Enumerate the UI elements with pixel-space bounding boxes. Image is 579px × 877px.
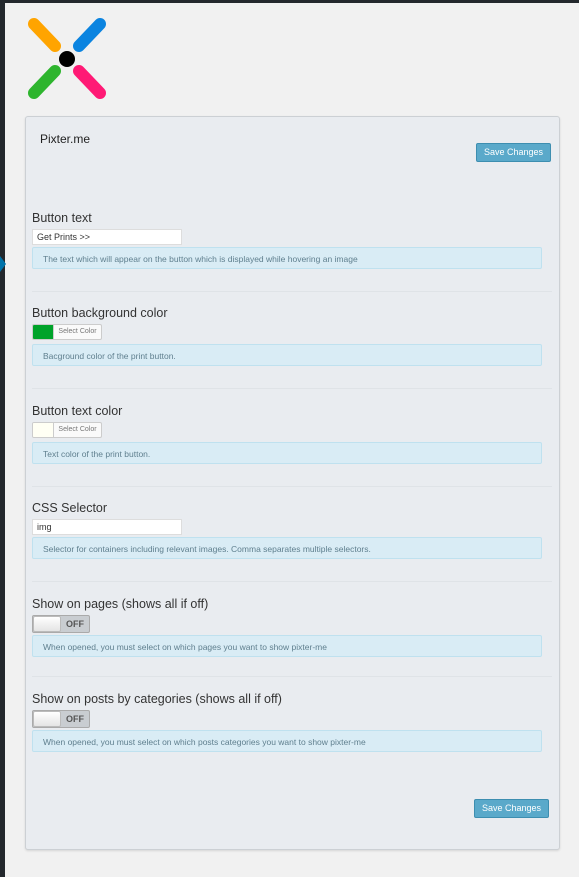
css-selector-input[interactable]: img — [32, 519, 182, 535]
pixter-logo — [28, 18, 106, 99]
settings-panel: Pixter.me Save Changes Button text Get P… — [25, 116, 560, 850]
divider — [32, 291, 552, 292]
button-bg-color-picker[interactable]: Select Color — [32, 324, 102, 340]
active-menu-indicator — [0, 256, 6, 272]
button-text-color-label: Button text color — [32, 404, 123, 418]
admin-top-bar — [0, 0, 579, 3]
toggle-knob — [33, 711, 61, 727]
section-button-text: Button text Get Prints >> The text which… — [32, 210, 552, 269]
css-selector-label: CSS Selector — [32, 501, 108, 515]
admin-sidebar-edge — [0, 0, 5, 877]
button-bg-color-label: Button background color — [32, 306, 168, 320]
button-bg-color-help: Bacground color of the print button. — [32, 344, 542, 366]
divider — [32, 388, 552, 389]
button-bg-color-swatch — [33, 325, 53, 339]
section-show-on-pages: Show on pages (shows all if off) OFF Whe… — [32, 596, 552, 657]
button-text-input[interactable]: Get Prints >> — [32, 229, 182, 245]
section-button-bg-color: Button background color Select Color Bac… — [32, 305, 552, 366]
toggle-state-label: OFF — [66, 714, 84, 724]
divider — [32, 486, 552, 487]
show-on-pages-label: Show on pages (shows all if off) — [32, 597, 209, 611]
section-css-selector: CSS Selector img Selector for containers… — [32, 500, 552, 559]
show-on-posts-help: When opened, you must select on which po… — [32, 730, 542, 752]
button-text-color-help: Text color of the print button. — [32, 442, 542, 464]
button-bg-color-picker-label: Select Color — [53, 325, 101, 339]
show-on-pages-toggle[interactable]: OFF — [32, 615, 90, 633]
save-changes-button-top[interactable]: Save Changes — [476, 143, 552, 162]
section-button-text-color: Button text color Select Color Text colo… — [32, 403, 552, 464]
button-text-label: Button text — [32, 211, 92, 225]
divider — [32, 676, 552, 677]
show-on-pages-help: When opened, you must select on which pa… — [32, 635, 542, 657]
button-text-help: The text which will appear on the button… — [32, 247, 542, 269]
css-selector-help: Selector for containers including releva… — [32, 537, 542, 559]
button-text-color-swatch — [33, 423, 53, 437]
divider — [32, 581, 552, 582]
toggle-knob — [33, 616, 61, 632]
button-text-color-picker-label: Select Color — [53, 423, 101, 437]
panel-title: Pixter.me — [40, 132, 91, 146]
button-text-color-picker[interactable]: Select Color — [32, 422, 102, 438]
save-changes-button-bottom[interactable]: Save Changes — [474, 799, 550, 818]
section-show-on-posts: Show on posts by categories (shows all i… — [32, 691, 552, 752]
show-on-posts-label: Show on posts by categories (shows all i… — [32, 692, 282, 706]
toggle-state-label: OFF — [66, 619, 84, 629]
show-on-posts-toggle[interactable]: OFF — [32, 710, 90, 728]
